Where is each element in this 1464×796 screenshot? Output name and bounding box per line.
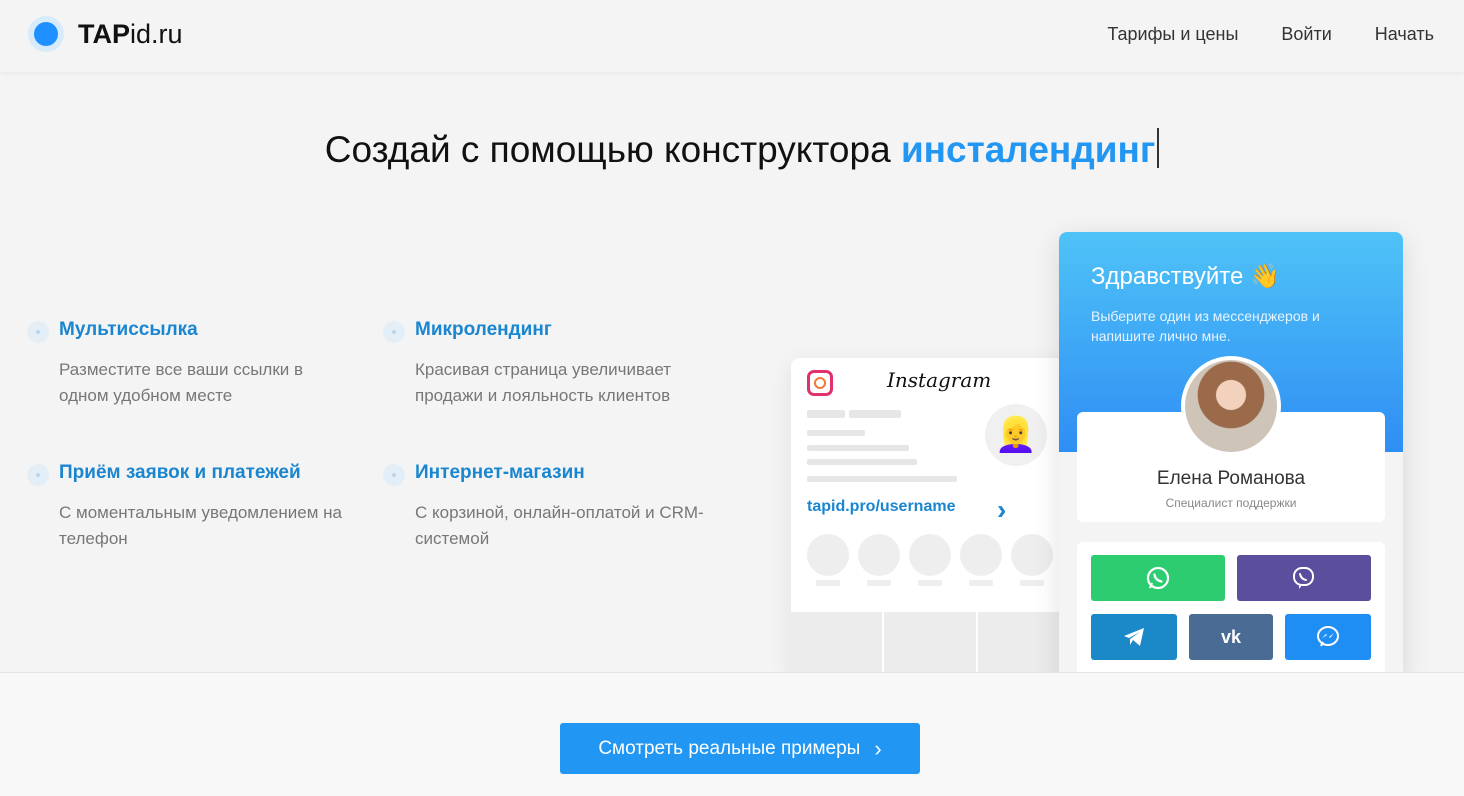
profile-role: Специалист поддержки: [1165, 496, 1297, 510]
story-circle: [909, 534, 951, 576]
nav-pricing[interactable]: Тарифы и цены: [1107, 24, 1238, 45]
story-label: [816, 580, 840, 586]
bullet-icon: [27, 464, 49, 486]
story-label: [867, 580, 891, 586]
cta-label: Смотреть реальные примеры: [598, 737, 861, 759]
story-label: [918, 580, 942, 586]
feature-title: Приём заявок и платежей: [59, 462, 301, 483]
avatar: [1181, 356, 1281, 456]
feature-desc: С моментальным уведомлением на телефон: [59, 503, 342, 548]
avatar-photo: [1185, 360, 1277, 452]
logo[interactable]: TAPid.ru: [28, 16, 183, 52]
view-examples-button[interactable]: Смотреть реальные примеры ›: [560, 723, 920, 774]
profile-name: Елена Романова: [1156, 468, 1306, 489]
avatar: 👱‍♀️: [985, 404, 1047, 466]
bullet-icon: [383, 464, 405, 486]
chevron-right-icon: ›: [874, 735, 882, 761]
telegram-button[interactable]: [1091, 614, 1177, 660]
greeting: Здравствуйте 👋: [1091, 263, 1280, 290]
vk-icon: vk: [1220, 626, 1242, 647]
feature-payments: Приём заявок и платежей С моментальным у…: [27, 462, 389, 552]
instagram-wordmark: Instagram: [887, 368, 992, 392]
feature-title: Мультиссылка: [59, 319, 198, 340]
grid-divider: [882, 612, 884, 678]
headline-text: Создай с помощью конструктора: [324, 129, 901, 170]
story-label: [1020, 580, 1044, 586]
feature-shop: Интернет-магазин С корзиной, онлайн-опла…: [383, 462, 745, 552]
instagram-icon: [807, 370, 833, 396]
whatsapp-icon: [1146, 566, 1170, 590]
vk-button[interactable]: vk: [1189, 614, 1273, 660]
nav-login[interactable]: Войти: [1281, 24, 1331, 45]
placeholder-line: [849, 410, 901, 418]
placeholder-line: [807, 410, 845, 418]
greeting-subtitle: Выберите один из мессенджеров и напишите…: [1091, 308, 1320, 344]
chevron-right-icon: ›: [997, 494, 1007, 525]
story-circle: [858, 534, 900, 576]
story-circle: [960, 534, 1002, 576]
telegram-icon: [1124, 628, 1144, 646]
nav-start[interactable]: Начать: [1375, 24, 1434, 45]
logo-dot-icon: [28, 16, 64, 52]
bullet-icon: [383, 321, 405, 343]
viber-icon: [1293, 567, 1314, 589]
feature-desc: Разместите все ваши ссылки в одном удобн…: [59, 360, 304, 405]
logo-text: TAPid.ru: [78, 18, 183, 49]
page-headline: Создай с помощью конструктора инсталенди…: [0, 128, 1464, 171]
messenger-icon: [1317, 626, 1339, 647]
story-circle: [807, 534, 849, 576]
headline-accent: инсталендинг: [900, 129, 1156, 170]
bullet-icon: [27, 321, 49, 343]
placeholder-line: [807, 459, 917, 465]
feature-microlanding: Микролендинг Красивая страница увеличива…: [383, 319, 745, 409]
messenger-button[interactable]: [1285, 614, 1371, 660]
feature-title: Микролендинг: [415, 319, 552, 340]
feature-desc: С корзиной, онлайн-оплатой и CRM-системо…: [415, 503, 704, 548]
placeholder-line: [807, 445, 909, 451]
messenger-buttons: vk: [1077, 542, 1385, 692]
typing-caret: [1157, 128, 1160, 168]
viber-button[interactable]: [1237, 555, 1371, 601]
top-nav: Тарифы и цены Войти Начать: [1107, 24, 1434, 45]
whatsapp-button[interactable]: [1091, 555, 1225, 601]
site-header: TAPid.ru Тарифы и цены Войти Начать: [0, 0, 1464, 72]
placeholder-line: [807, 476, 957, 482]
feature-multilink: Мультиссылка Разместите все ваши ссылки …: [27, 319, 389, 409]
feature-title: Интернет-магазин: [415, 462, 585, 483]
profile-mockup: Здравствуйте 👋 Выберите один из мессендж…: [1059, 232, 1403, 692]
instagram-mockup: Instagram 👱‍♀️ tapid.pro/username ›: [791, 358, 1071, 678]
story-label: [969, 580, 993, 586]
story-circle: [1011, 534, 1053, 576]
profile-link[interactable]: tapid.pro/username: [807, 498, 955, 516]
feature-desc: Красивая страница увеличивает продажи и …: [415, 360, 671, 405]
photo-grid: [791, 612, 1071, 678]
grid-divider: [976, 612, 978, 678]
placeholder-line: [807, 430, 865, 436]
